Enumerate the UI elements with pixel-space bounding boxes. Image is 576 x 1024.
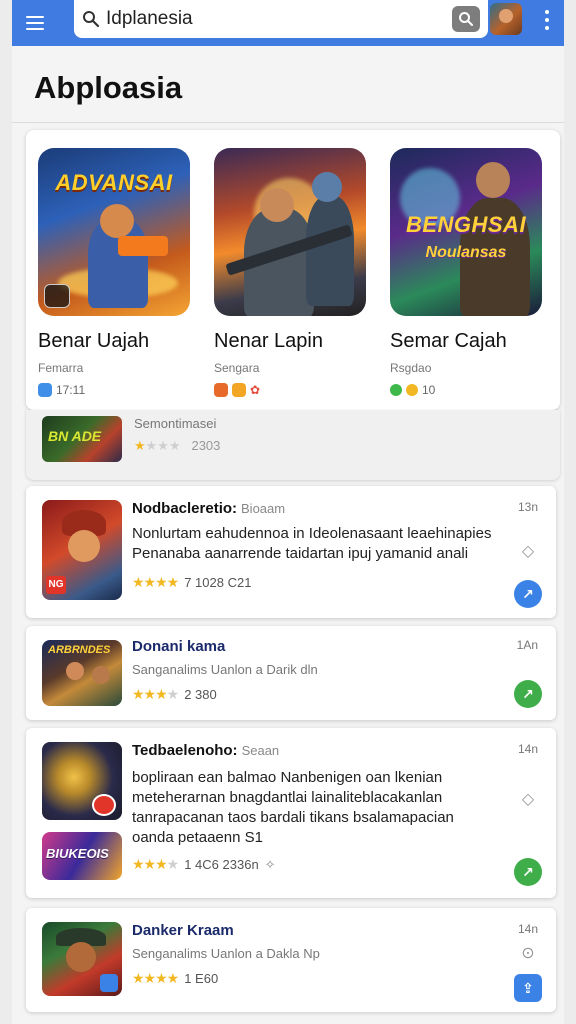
- timestamp: 13n: [517, 500, 538, 514]
- app-thumbnail: BN ADE: [42, 416, 122, 462]
- app-developer: Femarra: [38, 361, 84, 375]
- bookmark-icon[interactable]: ◇: [520, 792, 536, 808]
- app-meta-value: 10: [422, 383, 436, 397]
- list-item[interactable]: ARBRNDES Donani kama Sanganalims Uanlon …: [26, 626, 556, 720]
- app-thumbnail[interactable]: BENGHSAI Noulansas: [390, 148, 542, 316]
- list-item[interactable]: NG Nodbacleretio: Bioaam Nonlurtam eahude…: [26, 486, 556, 618]
- app-developer: Sengara: [214, 361, 260, 375]
- install-button[interactable]: ↗: [514, 580, 542, 608]
- search-bar[interactable]: [74, 0, 488, 38]
- install-button[interactable]: ⇪: [514, 974, 542, 1002]
- app-developer: Sanganalims Uanlon a Darik dln: [132, 662, 318, 677]
- info-icon[interactable]: ⊙: [520, 946, 536, 962]
- app-description: Nonlurtam eahudennoa in Ideolenasaant le…: [132, 525, 492, 562]
- bookmark-icon[interactable]: ◇: [520, 544, 536, 560]
- page-content: Abploasia ADVANSAI Benar Uajah Femarra 1…: [12, 46, 564, 1024]
- hamburger-menu-icon[interactable]: [12, 0, 58, 46]
- search-submit-button[interactable]: [452, 6, 480, 32]
- app-thumbnail[interactable]: [214, 148, 366, 316]
- list-item[interactable]: BN ADE Semontimasei ★★★★ 2303: [26, 410, 560, 480]
- list-item[interactable]: Danker Kraam Senganalims Uanlon a Dakla …: [26, 908, 556, 1012]
- app-rating: ★★★★ 7 1028 C21: [132, 574, 252, 590]
- app-meta: 10: [390, 383, 546, 397]
- rating-icon: ✿: [250, 383, 261, 397]
- featured-app-card[interactable]: Nenar Lapin Sengara ✿: [214, 148, 370, 397]
- app-thumbnail: NG: [42, 500, 122, 600]
- app-thumbnail: ARBRNDES: [42, 640, 122, 706]
- search-input[interactable]: [106, 8, 436, 30]
- app-rating: ★★★★ 2303: [134, 438, 221, 453]
- list-item[interactable]: BIUKEOIS Tedbaelenoho: Seaan bopliraan ea…: [26, 728, 556, 898]
- app-rating: ★★★★ 1 4C6 2336n ✧: [132, 856, 276, 872]
- app-thumbnail: [42, 742, 122, 820]
- app-meta-value: 17:11: [56, 383, 86, 397]
- app-thumbnail: BIUKEOIS: [42, 832, 122, 880]
- install-button[interactable]: ↗: [514, 858, 542, 886]
- top-app-bar: [12, 0, 564, 46]
- app-logo-text: BENGHSAI: [405, 212, 527, 237]
- app-logo-subtext: Noulansas: [425, 244, 507, 261]
- app-meta: 17:11: [38, 383, 194, 397]
- featured-apps-carousel: ADVANSAI Benar Uajah Femarra 17:11 Nenar…: [26, 130, 560, 410]
- app-meta: ✿: [214, 383, 370, 397]
- page-title: Abploasia: [34, 70, 183, 105]
- app-name: Nenar Lapin: [214, 330, 323, 352]
- app-logo-text: BIUKEOIS: [46, 846, 109, 861]
- install-button[interactable]: ↗: [514, 680, 542, 708]
- app-title: Danker Kraam: [132, 922, 234, 939]
- app-developer: Senganalims Uanlon a Dakla Np: [132, 946, 320, 961]
- app-name: Semar Cajah: [390, 330, 507, 352]
- featured-app-card[interactable]: ADVANSAI Benar Uajah Femarra 17:11: [38, 148, 194, 397]
- category-dot-icon: [406, 384, 418, 396]
- app-rating: ★★★★ 2 380: [132, 686, 217, 702]
- more-options-icon[interactable]: [540, 10, 554, 30]
- category-chip-icon: [214, 383, 228, 397]
- app-title: Nodbacleretio: Bioaam: [132, 500, 286, 517]
- category-chip-icon: [38, 383, 52, 397]
- avatar[interactable]: [490, 3, 522, 35]
- media-badge-icon: [44, 284, 70, 308]
- app-thumbnail[interactable]: ADVANSAI: [38, 148, 190, 316]
- app-name: Semontimasei: [134, 416, 217, 431]
- app-logo-text: ADVANSAI: [55, 170, 173, 195]
- timestamp: 14n: [517, 742, 538, 756]
- app-rating: ★★★★ 1 E60: [132, 970, 219, 986]
- app-thumbnail: [42, 922, 122, 996]
- featured-app-card[interactable]: BENGHSAI Noulansas Semar Cajah Rsgdao 10: [390, 148, 546, 397]
- category-chip-icon: [232, 383, 246, 397]
- search-icon: [83, 11, 100, 28]
- app-title: Donani kama: [132, 638, 226, 655]
- search-icon: [459, 12, 473, 26]
- timestamp: 14n: [517, 922, 538, 936]
- app-title: Tedbaelenoho: Seaan: [132, 742, 280, 759]
- divider: [12, 122, 564, 123]
- app-developer: Rsgdao: [390, 361, 432, 375]
- app-name: Benar Uajah: [38, 330, 150, 352]
- timestamp: 1An: [516, 638, 538, 652]
- app-description: bopliraan ean balmao Nanbenigen oan lken…: [132, 769, 454, 846]
- category-dot-icon: [390, 384, 402, 396]
